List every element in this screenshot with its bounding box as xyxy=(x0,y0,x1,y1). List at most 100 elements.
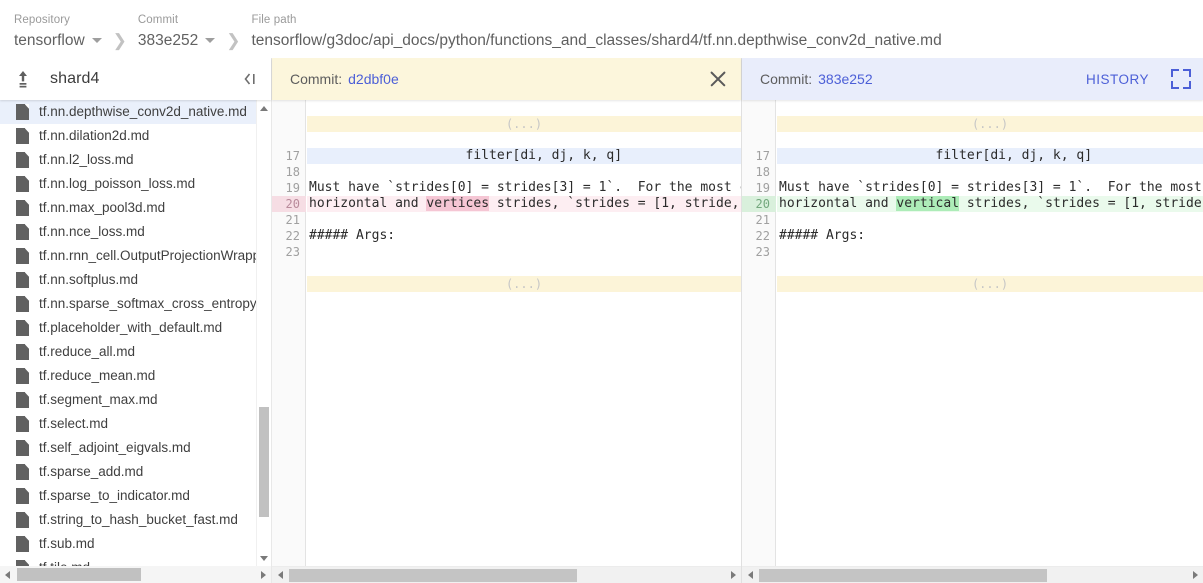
empty-row xyxy=(272,100,741,116)
file-list-item[interactable]: tf.nn.dilation2d.md xyxy=(0,124,271,148)
file-list-item[interactable]: tf.string_to_hash_bucket_fast.md xyxy=(0,508,271,532)
code-line-text: ##### Args: xyxy=(307,228,741,244)
file-list-item[interactable]: tf.nn.softplus.md xyxy=(0,268,271,292)
right-commit-label: Commit: xyxy=(760,71,812,87)
code-line-text: filter[di, dj, k, q] xyxy=(777,148,1203,164)
code-line-row: 19Must have `strides[0] = strides[3] = 1… xyxy=(742,180,1203,196)
right-code-area[interactable]: (...)17 filter[di, dj, k, q]1819Must hav… xyxy=(742,100,1203,566)
file-list-item[interactable]: tf.nn.rnn_cell.OutputProjectionWrapper.m… xyxy=(0,244,271,268)
code-segment: strides, `strides = [1, stride, s xyxy=(959,196,1203,211)
file-list-item[interactable]: tf.select.md xyxy=(0,412,271,436)
collapse-panel-icon[interactable] xyxy=(239,68,261,90)
scroll-right-arrow-icon[interactable] xyxy=(725,571,741,579)
sidebar-hscroll-thumb[interactable] xyxy=(17,568,141,581)
right-pane-body: (...)17 filter[di, dj, k, q]1819Must hav… xyxy=(742,100,1203,583)
breadcrumb-commit[interactable]: Commit 383e252 xyxy=(138,13,215,50)
file-name: tf.nn.rnn_cell.OutputProjectionWrapper.m… xyxy=(39,248,271,264)
file-list-item[interactable]: tf.nn.log_poisson_loss.md xyxy=(0,172,271,196)
empty-row xyxy=(272,132,741,148)
repository-label: Repository xyxy=(14,13,102,27)
right-horizontal-scrollbar[interactable] xyxy=(742,566,1203,583)
file-icon xyxy=(16,248,29,264)
file-list-item[interactable]: tf.placeholder_with_default.md xyxy=(0,316,271,340)
line-number: 21 xyxy=(742,212,776,228)
file-icon xyxy=(16,368,29,384)
sidebar-title: shard4 xyxy=(50,70,239,88)
scroll-up-arrow-icon[interactable] xyxy=(257,100,271,116)
file-list-item[interactable]: tf.segment_max.md xyxy=(0,388,271,412)
left-commit-sha[interactable]: d2dbf0e xyxy=(348,71,399,87)
file-icon xyxy=(16,104,29,120)
main-area: shard4 tf.nn.depthwise_conv2d_native.mdt… xyxy=(0,58,1203,583)
file-name: tf.nn.dilation2d.md xyxy=(39,128,149,144)
breadcrumb-filepath[interactable]: File path tensorflow/g3doc/api_docs/pyth… xyxy=(252,13,942,50)
left-pane-body: (...) 17 filter[di, dj, k, q]1819Must hav… xyxy=(272,100,741,583)
file-name: tf.sub.md xyxy=(39,536,95,552)
file-list-item[interactable]: tf.reduce_mean.md xyxy=(0,364,271,388)
collapsed-lines-label: (...) xyxy=(777,116,1203,132)
file-icon xyxy=(16,512,29,528)
breadcrumb-repository[interactable]: Repository tensorflow xyxy=(14,13,102,50)
scroll-left-arrow-icon[interactable] xyxy=(742,571,758,579)
file-list-item[interactable]: tf.nn.sparse_softmax_cross_entropy_with_… xyxy=(0,292,271,316)
line-number: 22 xyxy=(742,228,776,244)
file-name: tf.nn.sparse_softmax_cross_entropy_with_… xyxy=(39,296,271,312)
code-line-row: 17 filter[di, dj, k, q] xyxy=(272,148,741,164)
close-icon[interactable] xyxy=(707,68,729,90)
file-list-item[interactable]: tf.sparse_add.md xyxy=(0,460,271,484)
upload-icon[interactable] xyxy=(12,68,34,90)
file-name: tf.nn.softplus.md xyxy=(39,272,138,288)
empty-row xyxy=(742,132,1203,148)
file-list-item[interactable]: tf.reduce_all.md xyxy=(0,340,271,364)
file-list[interactable]: tf.nn.depthwise_conv2d_native.md tf.nn.di… xyxy=(0,100,271,583)
code-line-row: 19Must have `strides[0] = strides[3] = 1… xyxy=(272,180,741,196)
sidebar-vertical-scrollbar[interactable] xyxy=(256,100,271,566)
file-list-item[interactable]: tf.nn.nce_loss.md xyxy=(0,220,271,244)
commit-value[interactable]: 383e252 xyxy=(138,31,215,50)
file-list-item[interactable]: tf.nn.depthwise_conv2d_native.md xyxy=(0,100,271,124)
fullscreen-icon[interactable] xyxy=(1171,69,1191,89)
file-list-item[interactable]: tf.sparse_to_indicator.md xyxy=(0,484,271,508)
right-hscroll-thumb[interactable] xyxy=(759,569,1047,582)
left-pane-header: Commit: d2dbf0e xyxy=(272,58,741,100)
file-list-item[interactable]: tf.sub.md xyxy=(0,532,271,556)
file-icon xyxy=(16,176,29,192)
sidebar-scroll-thumb[interactable] xyxy=(259,407,269,517)
line-number: 17 xyxy=(272,148,306,164)
left-hscroll-thumb[interactable] xyxy=(289,569,577,582)
sidebar-horizontal-scrollbar[interactable] xyxy=(0,566,271,583)
code-line-text: horizontal and vertical strides, `stride… xyxy=(777,196,1203,212)
collapsed-lines-row[interactable]: (...) xyxy=(272,116,741,132)
line-number: 21 xyxy=(272,212,306,228)
left-code-area[interactable]: (...) 17 filter[di, dj, k, q]1819Must hav… xyxy=(272,100,741,566)
file-icon xyxy=(16,488,29,504)
scroll-left-arrow-icon[interactable] xyxy=(0,566,15,583)
scroll-right-arrow-icon[interactable] xyxy=(256,566,271,583)
collapsed-lines-label: (...) xyxy=(307,276,741,292)
scroll-down-arrow-icon[interactable] xyxy=(257,550,271,566)
chevron-down-icon[interactable] xyxy=(205,38,215,43)
line-number: 20 xyxy=(742,196,776,212)
collapsed-lines-row[interactable]: (...) xyxy=(742,116,1203,132)
file-list-item[interactable]: tf.nn.max_pool3d.md xyxy=(0,196,271,220)
left-horizontal-scrollbar[interactable] xyxy=(272,566,741,583)
file-list-item[interactable]: tf.self_adjoint_eigvals.md xyxy=(0,436,271,460)
line-number: 23 xyxy=(272,244,306,260)
scroll-right-arrow-icon[interactable] xyxy=(1187,571,1203,579)
repository-value[interactable]: tensorflow xyxy=(14,31,102,50)
file-name: tf.segment_max.md xyxy=(39,392,158,408)
code-line-row: 18 xyxy=(272,164,741,180)
file-icon xyxy=(16,128,29,144)
history-button[interactable]: HISTORY xyxy=(1086,72,1149,87)
scroll-left-arrow-icon[interactable] xyxy=(272,571,288,579)
collapsed-lines-row[interactable]: (...) xyxy=(742,276,1203,292)
file-name: tf.reduce_mean.md xyxy=(39,368,155,384)
file-icon xyxy=(16,224,29,240)
file-list-item[interactable]: tf.nn.l2_loss.md xyxy=(0,148,271,172)
breadcrumb: Repository tensorflow ❯ Commit 383e252 ❯… xyxy=(0,0,1203,58)
right-commit-sha[interactable]: 383e252 xyxy=(818,71,873,87)
file-name: tf.reduce_all.md xyxy=(39,344,135,360)
code-line-row: 23 xyxy=(272,244,741,260)
chevron-down-icon[interactable] xyxy=(92,38,102,43)
collapsed-lines-row[interactable]: (...) xyxy=(272,276,741,292)
